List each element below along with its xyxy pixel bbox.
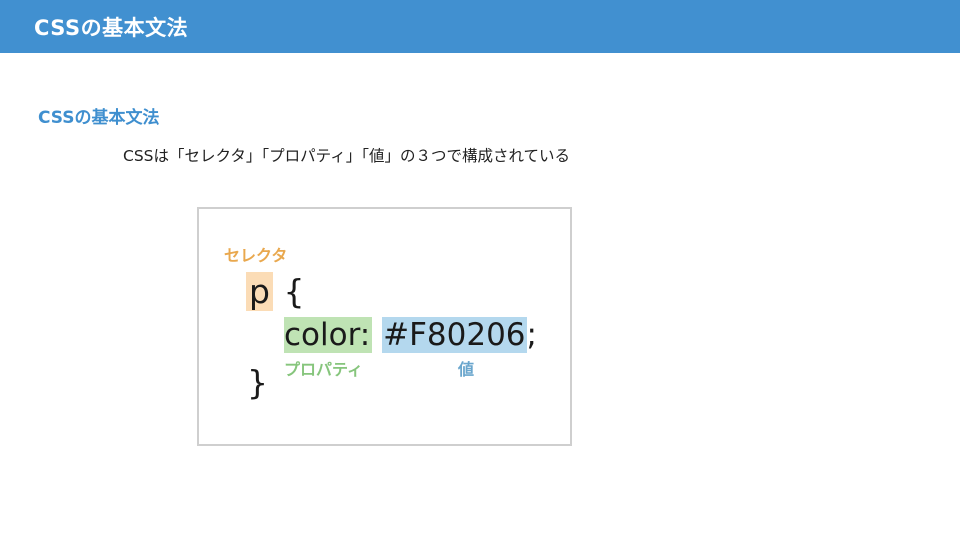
semicolon-token: ; [526, 317, 537, 353]
selector-label: セレクタ [224, 246, 288, 265]
open-brace-token: { [283, 272, 305, 311]
description-text: CSSは「セレクタ」「プロパティ」「値」の３つで構成されている [123, 147, 570, 165]
section-heading: CSSの基本文法 [38, 108, 160, 128]
code-line-selector: p { [246, 272, 304, 312]
slide-title: CSSの基本文法 [34, 16, 189, 40]
title-bar: CSSの基本文法 [0, 0, 960, 53]
value-token: #F80206 [382, 317, 527, 353]
property-name: color [284, 317, 360, 353]
value-label: 値 [458, 360, 475, 379]
property-token: color: [284, 317, 373, 353]
css-syntax-figure: セレクタ p { color: #F80206; プロパティ 値 } [197, 207, 572, 446]
property-label: プロパティ [284, 360, 364, 379]
code-line-declaration: color: #F80206; [284, 315, 537, 355]
colon-token: : [359, 317, 371, 353]
close-brace-token: } [247, 363, 268, 402]
selector-token: p [246, 272, 273, 311]
